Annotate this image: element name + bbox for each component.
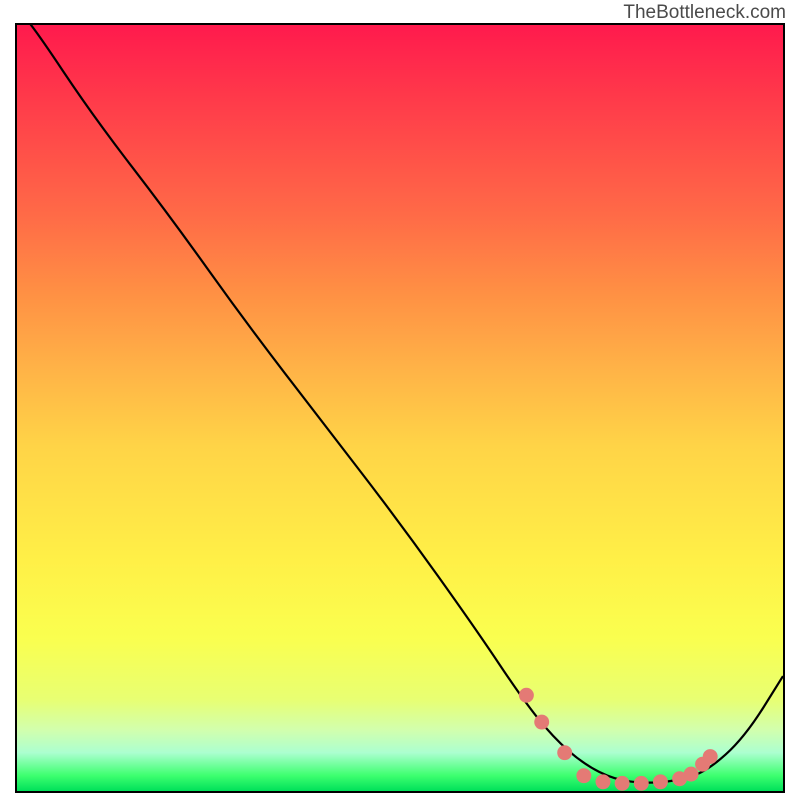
curve-markers xyxy=(519,688,718,791)
curve-marker xyxy=(534,715,549,730)
curve-marker xyxy=(557,745,572,760)
curve-marker xyxy=(519,688,534,703)
curve-marker xyxy=(703,749,718,764)
curve-marker xyxy=(576,768,591,783)
curve-marker xyxy=(596,774,611,789)
bottleneck-curve xyxy=(17,25,783,783)
curve-marker xyxy=(653,774,668,789)
curve-marker xyxy=(634,776,649,791)
watermark-text: TheBottleneck.com xyxy=(623,2,786,24)
chart-container: TheBottleneck.com xyxy=(0,0,800,800)
curve-marker xyxy=(615,776,630,791)
plot-area xyxy=(15,23,785,793)
curve-layer xyxy=(17,25,783,791)
curve-marker xyxy=(684,767,699,782)
